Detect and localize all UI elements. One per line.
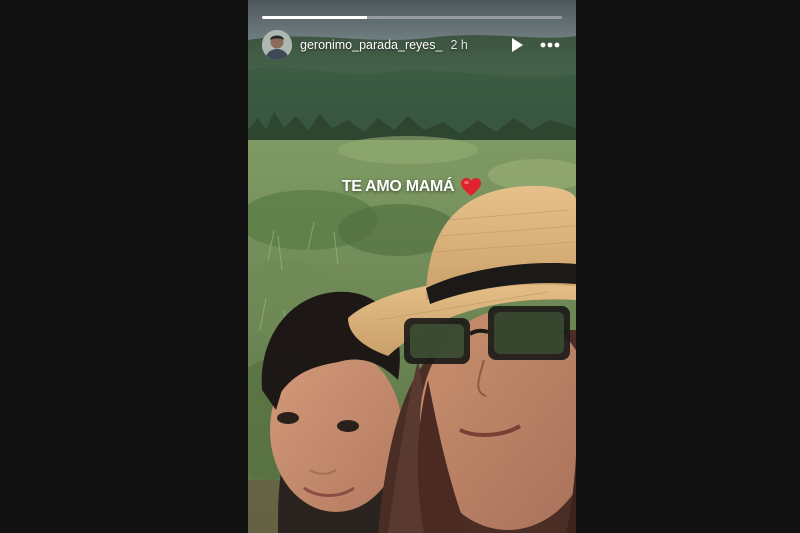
story-timestamp: 2 h [450, 38, 468, 52]
story-username[interactable]: geronimo_parada_reyes_ [300, 38, 442, 52]
story-viewer[interactable]: geronimo_parada_reyes_ 2 h TE AMO MAMÁ [248, 0, 576, 533]
play-icon [512, 38, 523, 52]
more-horizontal-icon [540, 42, 560, 48]
story-progress-bar [262, 16, 562, 19]
avatar[interactable] [262, 30, 292, 60]
story-photo [248, 0, 576, 533]
story-header: geronimo_parada_reyes_ 2 h [262, 30, 562, 60]
caption-text: TE AMO MAMÁ [341, 178, 455, 195]
more-options-button[interactable] [538, 34, 562, 56]
avatar-image [262, 30, 292, 60]
story-progress-fill [262, 16, 367, 19]
story-caption: TE AMO MAMÁ [248, 177, 576, 197]
heart-icon [460, 177, 482, 197]
play-button[interactable] [506, 34, 528, 56]
